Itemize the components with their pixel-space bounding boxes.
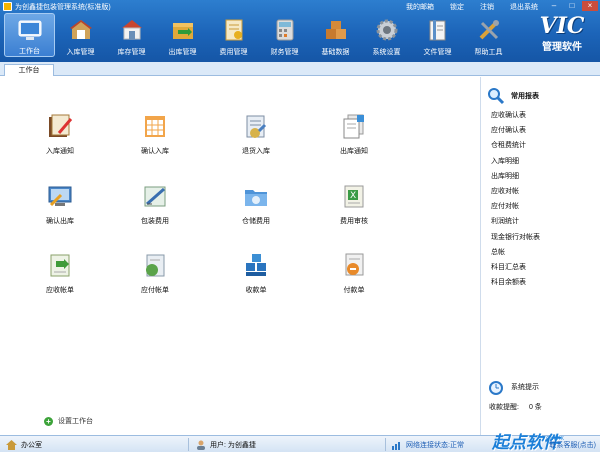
network-status: 网络连接状态:正常 xyxy=(392,440,464,450)
toolbar-stock-in[interactable]: 入库管理 xyxy=(55,13,106,57)
confirm-stock-in-shortcut[interactable]: 确认入库 xyxy=(120,111,190,156)
system-tip-header: 系统提示 xyxy=(487,378,539,396)
ruler-icon xyxy=(140,181,170,211)
book-pen-icon xyxy=(45,111,75,141)
app-icon xyxy=(3,2,12,11)
confirm-stock-out-shortcut[interactable]: 确认出库 xyxy=(25,181,95,226)
svg-text:X: X xyxy=(350,191,356,201)
status-divider xyxy=(385,438,386,451)
stock-out-notice-shortcut[interactable]: 出库通知 xyxy=(319,111,389,156)
office-status: 办公室 xyxy=(6,440,42,450)
calendar-icon xyxy=(140,111,170,141)
toolbar-file-management[interactable]: 文件管理 xyxy=(412,13,463,57)
tab-workbench[interactable]: 工作台 xyxy=(4,64,54,76)
report-item[interactable]: 利润统计 xyxy=(491,216,540,231)
window-controls: – □ × xyxy=(546,1,598,11)
workbench-setting-link[interactable]: + 设置工作台 xyxy=(44,416,93,426)
toolbar-basic-data[interactable]: 基础数据 xyxy=(310,13,361,57)
report-item[interactable]: 科目余额表 xyxy=(491,277,540,292)
user-icon xyxy=(197,440,205,450)
warehouse-icon xyxy=(118,16,146,44)
minimize-button[interactable]: – xyxy=(546,1,562,11)
reports-title: 常用报表 xyxy=(511,93,539,100)
toolbar-stock-out[interactable]: 出库管理 xyxy=(157,13,208,57)
tab-strip: 工作台 xyxy=(0,62,600,76)
fee-audit-shortcut[interactable]: X 费用审核 xyxy=(319,181,389,226)
top-links: 我的邮箱 锁定 注销 退出系统 xyxy=(406,2,538,12)
alarm-clock-icon xyxy=(489,381,503,395)
maximize-button[interactable]: □ xyxy=(564,1,580,11)
toolbar-system-settings[interactable]: 系统设置 xyxy=(361,13,412,57)
network-icon xyxy=(392,442,400,450)
mailbox-link[interactable]: 我的邮箱 xyxy=(406,2,434,12)
excel-icon: X xyxy=(339,181,369,211)
receipt-reminder: 收款提醒: 0 条 xyxy=(489,402,542,412)
expense-icon xyxy=(220,16,248,44)
stock-out-icon xyxy=(169,16,197,44)
right-panel: 常用报表 应收确认表 应付确认表 仓租费统计 入库明细 出库明细 应收对帐 应付… xyxy=(480,77,600,435)
packing-fee-shortcut[interactable]: 包装费用 xyxy=(120,181,190,226)
payable-bill-shortcut[interactable]: 应付帐单 xyxy=(120,250,190,295)
stock-in-icon xyxy=(67,16,95,44)
exit-link[interactable]: 退出系统 xyxy=(510,2,538,12)
monitor-edit-icon xyxy=(45,181,75,211)
home-icon xyxy=(6,440,17,450)
folder-icon xyxy=(241,181,271,211)
receipt-reminder-label: 收款提醒: xyxy=(489,404,519,411)
receipt-voucher-shortcut[interactable]: 收款单 xyxy=(221,250,291,295)
finance-icon xyxy=(271,16,299,44)
stock-in-notice-shortcut[interactable]: 入库通知 xyxy=(25,111,95,156)
title-toolbar-area: 为创鑫捷包装管理系统(标准版) 我的邮箱 锁定 注销 退出系统 – □ × 工作… xyxy=(0,0,600,62)
magnifier-icon xyxy=(488,88,505,105)
receivable-icon xyxy=(45,250,75,280)
workbench-area: 入库通知 确认入库 退货入库 出库通知 确认出库 包装费用 仓储费用 X 费用审… xyxy=(0,77,480,435)
plus-icon: + xyxy=(44,416,53,426)
gear-icon xyxy=(373,16,401,44)
toolbar-workbench[interactable]: 工作台 xyxy=(4,13,55,57)
report-item[interactable]: 仓租费统计 xyxy=(491,140,540,155)
file-icon xyxy=(424,16,452,44)
app-title: 为创鑫捷包装管理系统(标准版) xyxy=(15,4,111,11)
status-divider xyxy=(188,438,189,451)
report-item[interactable]: 应付确认表 xyxy=(491,125,540,140)
report-item[interactable]: 应收确认表 xyxy=(491,110,540,125)
lock-link[interactable]: 锁定 xyxy=(450,2,464,12)
documents-icon xyxy=(339,111,369,141)
system-tip-title: 系统提示 xyxy=(511,384,539,391)
tools-icon xyxy=(475,16,503,44)
report-item[interactable]: 现金银行对帐表 xyxy=(491,232,540,247)
report-item[interactable]: 应付对帐 xyxy=(491,201,540,216)
payment-voucher-shortcut[interactable]: 付款单 xyxy=(319,250,389,295)
status-bar: 办公室 用户: 为创鑫捷 网络连接状态:正常 起点软件 .CNCRK 联系客服(… xyxy=(0,433,600,452)
desk-icon xyxy=(16,17,44,43)
payable-icon xyxy=(140,250,170,280)
storage-fee-shortcut[interactable]: 仓储费用 xyxy=(221,181,291,226)
receivable-bill-shortcut[interactable]: 应收帐单 xyxy=(25,250,95,295)
toolbar-help-tools[interactable]: 帮助工具 xyxy=(463,13,514,57)
report-item[interactable]: 总帐 xyxy=(491,247,540,262)
report-item[interactable]: 科目汇总表 xyxy=(491,262,540,277)
main-toolbar: 工作台 入库管理 库存管理 出库管理 费用管理 财务管理 基础数据 系统设置 文… xyxy=(4,13,514,57)
reports-header: 常用报表 xyxy=(487,87,539,105)
receipt-reminder-value[interactable]: 0 条 xyxy=(529,402,542,412)
payment-icon xyxy=(339,250,369,280)
return-stock-in-shortcut[interactable]: 退货入库 xyxy=(221,111,291,156)
logout-link[interactable]: 注销 xyxy=(480,2,494,12)
report-list: 应收确认表 应付确认表 仓租费统计 入库明细 出库明细 应收对帐 应付对帐 利润… xyxy=(491,110,540,292)
toolbar-inventory[interactable]: 库存管理 xyxy=(106,13,157,57)
database-icon xyxy=(322,16,350,44)
report-item[interactable]: 入库明细 xyxy=(491,156,540,171)
boxes-icon xyxy=(241,250,271,280)
return-icon xyxy=(241,111,271,141)
close-button[interactable]: × xyxy=(582,1,598,11)
contact-support-link[interactable]: 联系客服(点击) xyxy=(549,440,596,450)
report-item[interactable]: 应收对帐 xyxy=(491,186,540,201)
toolbar-expense[interactable]: 费用管理 xyxy=(208,13,259,57)
vic-logo: VIC 管理软件 xyxy=(539,13,585,53)
report-item[interactable]: 出库明细 xyxy=(491,171,540,186)
toolbar-finance[interactable]: 财务管理 xyxy=(259,13,310,57)
workbench-setting-label: 设置工作台 xyxy=(58,418,93,425)
user-status: 用户: 为创鑫捷 xyxy=(196,440,256,450)
